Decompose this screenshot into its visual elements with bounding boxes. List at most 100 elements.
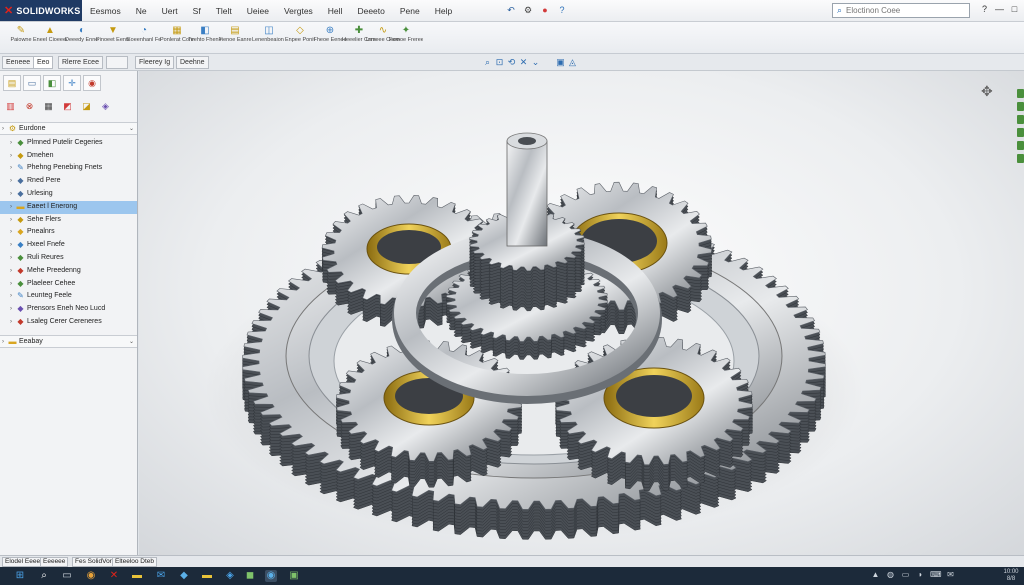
- app-icon[interactable]: ◼: [244, 570, 256, 582]
- tree-root[interactable]: › ⚙ Eurdone ⌄: [0, 122, 137, 135]
- command-tab[interactable]: Fleerey Ig: [135, 56, 175, 69]
- search-icon[interactable]: ⌕: [833, 5, 846, 16]
- solidworks-taskbar-icon[interactable]: ✕: [108, 570, 120, 582]
- store-icon[interactable]: ◆: [178, 570, 190, 582]
- dimxpert-icon[interactable]: ✛: [63, 75, 81, 91]
- search-box[interactable]: ⌕: [832, 3, 970, 18]
- search-taskbar-icon[interactable]: ⌕: [38, 570, 50, 582]
- tray-icon[interactable]: ▭: [900, 570, 911, 579]
- view-triad-icon[interactable]: ✥: [981, 83, 993, 100]
- rotate-icon[interactable]: ⟲: [506, 56, 517, 68]
- ribbon-button[interactable]: ◧Teehto Fheninte: [188, 24, 222, 52]
- command-tab[interactable]: Eeneee: [2, 56, 35, 69]
- tray-icon[interactable]: ◍: [885, 570, 896, 579]
- command-tab[interactable]: Eeo: [33, 56, 54, 69]
- tray-icon[interactable]: ⌨: [930, 570, 942, 579]
- tree-item[interactable]: › ◆ Plaeleer Cehee: [0, 278, 137, 291]
- tree-footer-item[interactable]: › ▬ Eeabay ⌄: [0, 334, 137, 349]
- folder-taskbar-icon[interactable]: ▬: [201, 570, 213, 582]
- menu-item[interactable]: Hell: [328, 6, 343, 16]
- task-pane-appearance-icon[interactable]: [1017, 141, 1024, 150]
- taskbar-clock[interactable]: 10:00 8/8: [1000, 569, 1022, 583]
- maximize-icon[interactable]: □: [1008, 4, 1021, 15]
- chevron-down-icon[interactable]: ⌄: [129, 123, 134, 136]
- command-tab[interactable]: Deehne: [176, 56, 209, 69]
- terminal-icon[interactable]: ▣: [288, 570, 300, 582]
- window-help-icon[interactable]: ?: [978, 4, 991, 15]
- command-tab[interactable]: Rlerre Ecee: [58, 56, 103, 69]
- tree-item[interactable]: › ◆ Ruli Reures: [0, 252, 137, 265]
- menu-item[interactable]: Help: [435, 6, 452, 16]
- tree-item[interactable]: › ▬ Eaeet l Enerong: [0, 200, 137, 214]
- settings-icon[interactable]: ⚙: [522, 4, 534, 16]
- menu-item[interactable]: Uert: [162, 6, 178, 16]
- task-pane-resources-icon[interactable]: [1017, 89, 1024, 98]
- tree-item[interactable]: › ◆ Pnealnrs: [0, 226, 137, 239]
- record-icon[interactable]: ●: [539, 4, 551, 16]
- filter-icon[interactable]: ▥: [3, 99, 18, 113]
- ribbon-button[interactable]: ▤ Fienoe Eanre: [218, 24, 252, 52]
- graphics-area[interactable]: ✥: [139, 71, 1024, 555]
- task-pane-explorer-icon[interactable]: [1017, 115, 1024, 124]
- feature-manager-icon[interactable]: ▤: [3, 75, 21, 91]
- tree-item[interactable]: › ◆ Rned Pere: [0, 175, 137, 188]
- minimize-icon[interactable]: —: [993, 4, 1006, 15]
- ribbon-button[interactable]: ✦Femoe Frereeeee: [389, 24, 423, 52]
- tree-item[interactable]: › ◆ Lsaleg Cerer Cereneres: [0, 316, 137, 329]
- view-orient-icon[interactable]: ⌄: [530, 56, 541, 68]
- tree-item[interactable]: › ◆ Dmehen: [0, 150, 137, 163]
- search-input[interactable]: [846, 6, 961, 15]
- solidworks-logo[interactable]: ✕ SOLIDWORKS: [0, 0, 82, 21]
- ribbon-button[interactable]: ◔Eoeenhanl Feteetie: [127, 24, 161, 52]
- property-manager-icon[interactable]: ▭: [23, 75, 41, 91]
- ribbon-button[interactable]: ◇ Enpee Ponit: [283, 24, 317, 52]
- menu-item[interactable]: Tlelt: [216, 6, 232, 16]
- menu-item[interactable]: Sf: [193, 6, 201, 16]
- tree-item[interactable]: › ✎ Leunteg Feele: [0, 290, 137, 303]
- undo-icon[interactable]: ↶: [505, 4, 517, 16]
- ribbon-button[interactable]: ▼ Pinoeet Eente: [96, 24, 130, 52]
- gear-assembly-model[interactable]: [139, 71, 1024, 555]
- menu-item[interactable]: Vergtes: [284, 6, 313, 16]
- tree-item[interactable]: › ◆ Plmned Putelir Cegeries: [0, 137, 137, 150]
- chevron-down-icon[interactable]: ⌄: [129, 336, 134, 349]
- tray-icon[interactable]: ▲: [870, 570, 881, 579]
- bottom-tab[interactable]: Eeeeee: [40, 557, 69, 567]
- menu-item[interactable]: Eesmos: [90, 6, 121, 16]
- rebuild-icon[interactable]: ⊗: [22, 99, 37, 113]
- mail-icon[interactable]: ✉: [155, 570, 167, 582]
- tree-item[interactable]: › ◆ Sehe Flers: [0, 214, 137, 227]
- tree-item[interactable]: › ✎ Phehng Penebing Fnets: [0, 162, 137, 175]
- task-view-icon[interactable]: ▭: [61, 570, 73, 582]
- menu-item[interactable]: Ueiee: [247, 6, 269, 16]
- zoom-area-icon[interactable]: ⊡: [494, 56, 505, 68]
- browser-icon[interactable]: ◉: [85, 570, 97, 582]
- menu-item[interactable]: Ne: [136, 6, 147, 16]
- part-color-icon[interactable]: ◩: [60, 99, 75, 113]
- appearance-icon[interactable]: ◪: [79, 99, 94, 113]
- bottom-tab[interactable]: Elodel Eeee: [2, 557, 44, 567]
- files-icon[interactable]: ▬: [131, 570, 143, 582]
- scene-icon[interactable]: ◈: [98, 99, 113, 113]
- photos-icon[interactable]: ◈: [224, 570, 236, 582]
- ribbon-button[interactable]: ◐ Deeedy Ennee: [65, 24, 99, 52]
- task-pane-custom-icon[interactable]: [1017, 154, 1024, 163]
- active-app-icon[interactable]: ◉: [265, 570, 277, 582]
- bottom-tab[interactable]: Elteeloo Dteb: [112, 557, 158, 567]
- tree-item[interactable]: › ◆ Hxeel Fnefe: [0, 239, 137, 252]
- section-view-icon[interactable]: ✕: [518, 56, 529, 68]
- task-pane-palette-icon[interactable]: [1017, 128, 1024, 137]
- hide-show-icon[interactable]: ◬: [567, 56, 578, 68]
- zoom-fit-icon[interactable]: ⌕: [482, 56, 493, 68]
- ribbon-button[interactable]: ▲ Eneel Cioeeeel: [33, 24, 67, 52]
- start-icon[interactable]: ⊞: [14, 570, 26, 582]
- display-manager-icon[interactable]: ◉: [83, 75, 101, 91]
- display-pane-icon[interactable]: ▦: [41, 99, 56, 113]
- menu-item[interactable]: Pene: [400, 6, 420, 16]
- command-tab[interactable]: [106, 56, 128, 69]
- menu-item[interactable]: Deeeto: [357, 6, 384, 16]
- tree-item[interactable]: › ◆ Mehe Preedenng: [0, 265, 137, 278]
- task-pane-library-icon[interactable]: [1017, 102, 1024, 111]
- tree-item[interactable]: › ◆ Urlesing: [0, 188, 137, 201]
- help-icon[interactable]: ?: [556, 4, 568, 16]
